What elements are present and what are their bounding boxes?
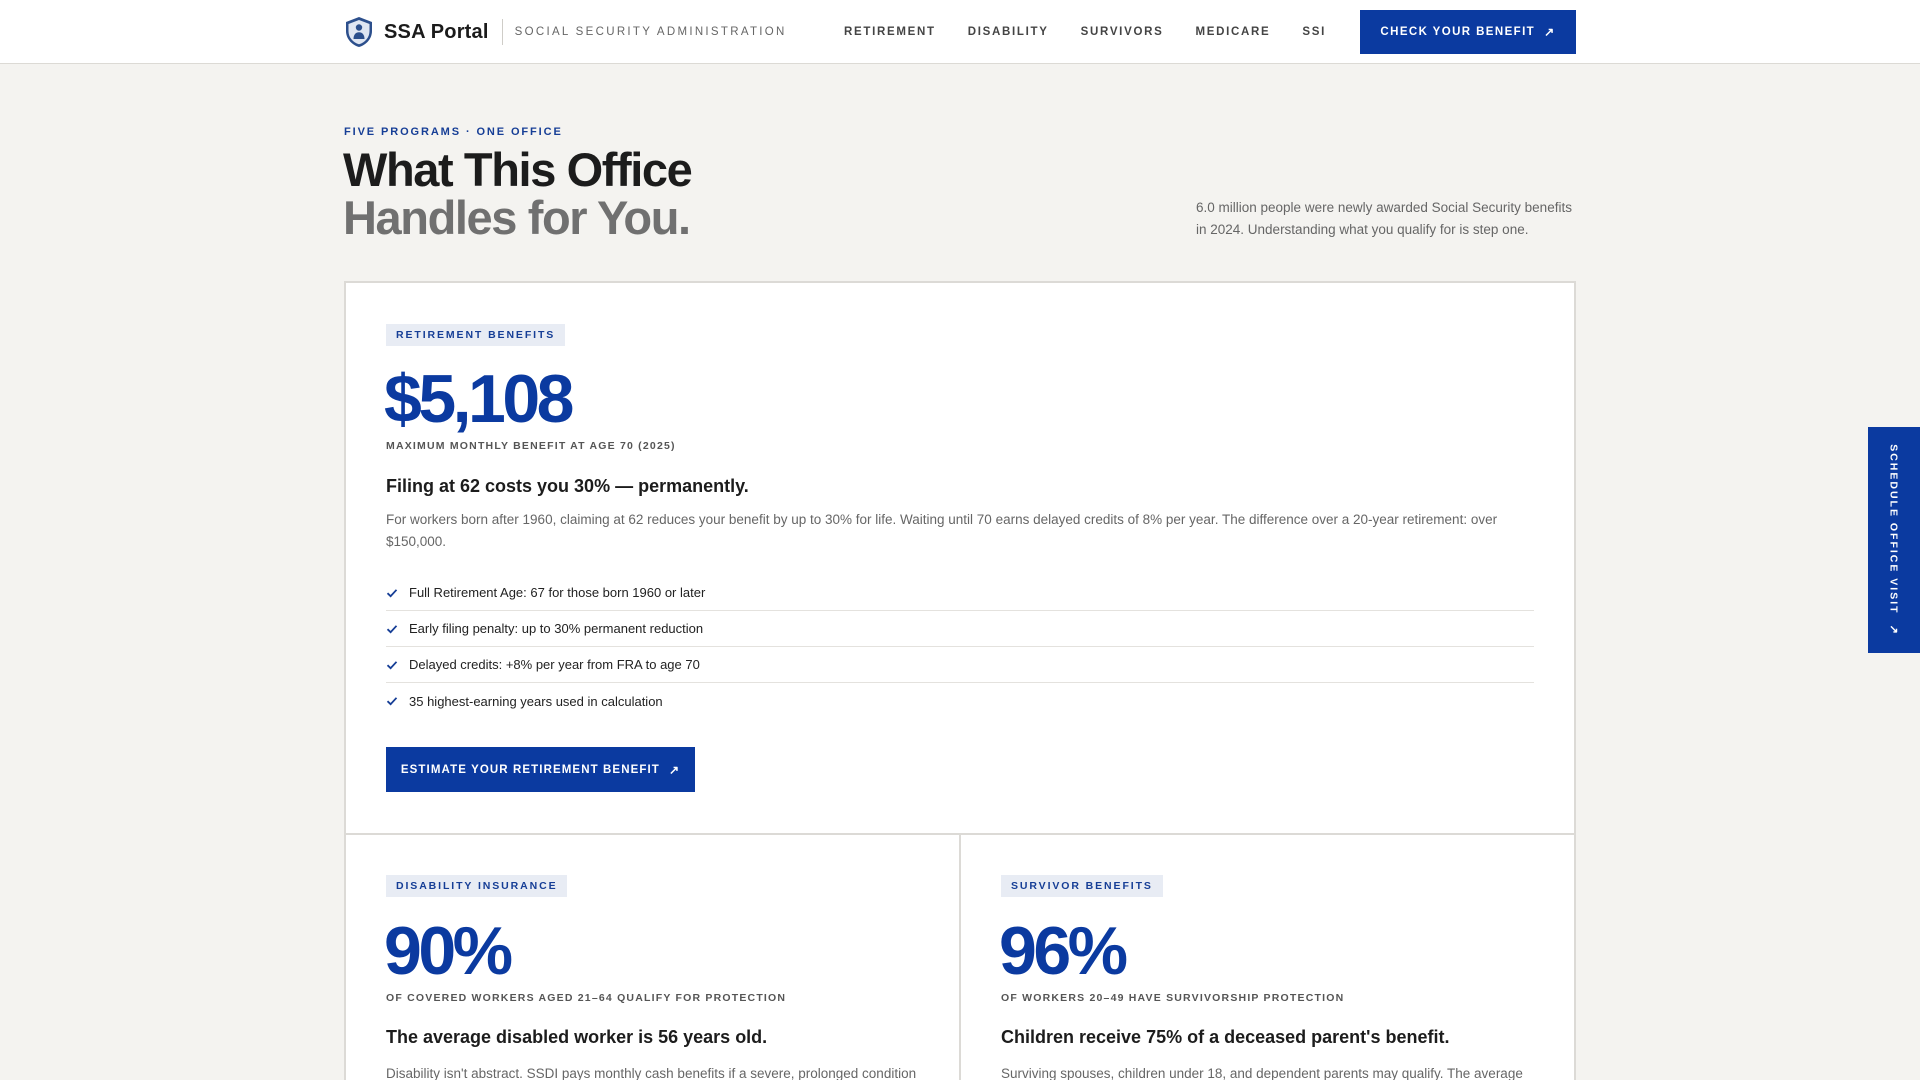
list-item-label: Early filing penalty: up to 30% permanen… (409, 621, 704, 636)
list-item-label: Delayed credits: +8% per year from FRA t… (409, 657, 700, 672)
nav-item-survivors[interactable]: SURVIVORS (1081, 26, 1164, 38)
retirement-tag: RETIREMENT BENEFITS (386, 324, 566, 346)
survivor-stat-caption: OF WORKERS 20–49 HAVE SURVIVORSHIP PROTE… (1001, 992, 1345, 1004)
page-title-line2: Handles for You. (343, 191, 691, 244)
estimate-retirement-benefit-button[interactable]: ESTIMATE YOUR RETIREMENT BENEFIT ↗ (386, 747, 695, 792)
retirement-checklist: Full Retirement Age: 67 for those born 1… (386, 575, 1534, 719)
shield-person-icon (346, 17, 372, 47)
page-title-line1: What This Office (343, 143, 693, 196)
survivor-headline: Children receive 75% of a deceased paren… (1001, 1027, 1450, 1047)
list-item: 35 highest-earning years used in calcula… (386, 683, 1534, 719)
estimate-retirement-benefit-label: ESTIMATE YOUR RETIREMENT BENEFIT (400, 763, 660, 776)
disability-stat: 90% (384, 913, 513, 989)
nav-item-ssi[interactable]: SSI (1302, 26, 1326, 38)
brand-divider (501, 19, 503, 45)
survivor-tag: SURVIVOR BENEFITS (1001, 875, 1163, 897)
brand-subtitle: SOCIAL SECURITY ADMINISTRATION (514, 26, 787, 38)
retirement-stat-caption: MAXIMUM MONTHLY BENEFIT AT AGE 70 (2025) (386, 440, 676, 452)
nav-item-disability[interactable]: DISABILITY (968, 26, 1049, 38)
retirement-body: For workers born after 1960, claiming at… (386, 512, 1498, 549)
list-item-label: 35 highest-earning years used in calcula… (409, 693, 663, 709)
disability-stat-caption: OF COVERED WORKERS AGED 21–64 QUALIFY FO… (386, 992, 787, 1004)
check-your-benefit-label: CHECK YOUR BENEFIT (1380, 26, 1536, 38)
site-header: SSA Portal SOCIAL SECURITY ADMINISTRATIO… (0, 0, 1920, 64)
arrow-up-right-icon: ↗ (1887, 624, 1900, 636)
survivor-stat: 96% (999, 913, 1128, 989)
check-icon (386, 588, 398, 597)
brand[interactable]: SSA Portal SOCIAL SECURITY ADMINISTRATIO… (344, 0, 787, 64)
check-icon (386, 697, 398, 706)
list-item: Full Retirement Age: 67 for those born 1… (386, 575, 1534, 611)
schedule-office-visit-label: SCHEDULE OFFICE VISIT (1887, 444, 1900, 615)
arrow-up-right-icon: ↗ (1544, 25, 1556, 39)
brand-name: SSA Portal (384, 20, 489, 43)
list-item: Early filing penalty: up to 30% permanen… (386, 611, 1534, 647)
arrow-up-right-icon: ↗ (668, 762, 681, 777)
retirement-stat: $5,108 (384, 361, 574, 437)
hero-eyebrow: FIVE PROGRAMS · ONE OFFICE (344, 126, 563, 138)
disability-body: Disability isn't abstract. SSDI pays mon… (386, 1066, 917, 1080)
retirement-card: RETIREMENT BENEFITS $5,108 MAXIMUM MONTH… (344, 281, 1576, 835)
page-title: What This Office Handles for You. (343, 143, 693, 244)
list-item-label: Full Retirement Age: 67 for those born 1… (409, 585, 706, 600)
nav-item-retirement[interactable]: RETIREMENT (844, 26, 936, 38)
schedule-office-visit-label-wrap: SCHEDULE OFFICE VISIT ↗ (1888, 444, 1901, 636)
list-item: Delayed credits: +8% per year from FRA t… (386, 647, 1534, 683)
disability-headline: The average disabled worker is 56 years … (386, 1027, 768, 1047)
check-icon (386, 624, 398, 633)
schedule-office-visit-tab[interactable]: SCHEDULE OFFICE VISIT ↗ (1868, 427, 1920, 653)
survivor-card: SURVIVOR BENEFITS 96% OF WORKERS 20–49 H… (959, 833, 1576, 1080)
survivor-body: Surviving spouses, children under 18, an… (1001, 1066, 1523, 1080)
hero-intro: 6.0 million people were newly awarded So… (1196, 200, 1572, 237)
nav-item-medicare[interactable]: MEDICARE (1195, 26, 1270, 38)
disability-card: DISABILITY INSURANCE 90% OF COVERED WORK… (344, 833, 961, 1080)
main-nav: RETIREMENT DISABILITY SURVIVORS MEDICARE… (844, 0, 1326, 64)
check-icon (386, 660, 398, 669)
retirement-headline: Filing at 62 costs you 30% — permanently… (386, 476, 749, 496)
disability-tag: DISABILITY INSURANCE (386, 875, 568, 897)
check-your-benefit-button[interactable]: CHECK YOUR BENEFIT ↗ (1360, 10, 1576, 54)
